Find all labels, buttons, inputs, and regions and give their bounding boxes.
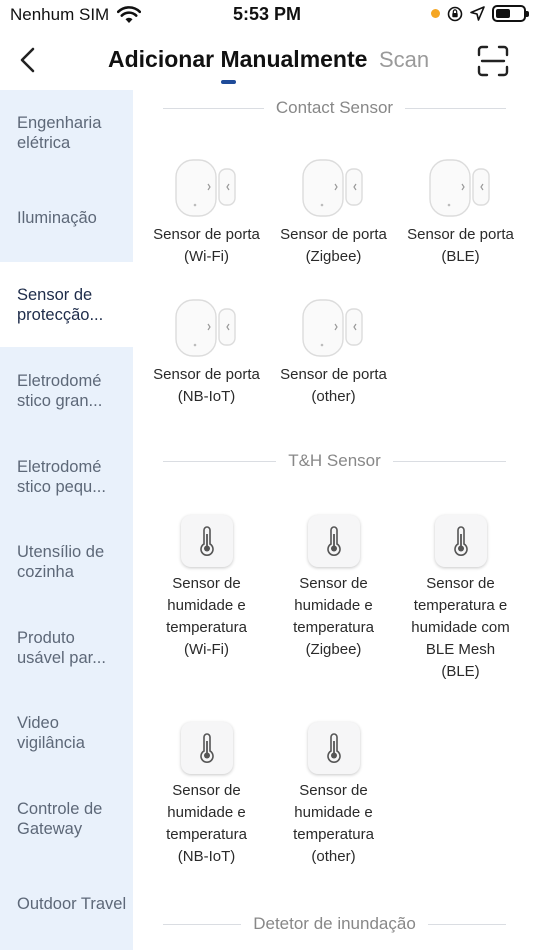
product-th-sensor-wifi[interactable]: Sensor de humidade e temperatura (Wi-Fi) — [143, 515, 270, 661]
product-door-sensor-zigbee[interactable]: Sensor de porta (Zigbee) — [270, 158, 397, 268]
product-door-sensor-wifi[interactable]: Sensor de porta (Wi-Fi) — [143, 158, 270, 268]
product-door-sensor-ble[interactable]: Sensor de porta (BLE) — [397, 158, 524, 268]
thermometer-icon — [434, 515, 487, 567]
section-header: Detetor de inundação — [163, 914, 506, 934]
section-header: Contact Sensor — [163, 98, 506, 118]
privacy-indicator-icon — [431, 9, 440, 18]
sidebar-item-gateway[interactable]: Controle de Gateway — [0, 776, 133, 861]
door-sensor-icon — [428, 159, 490, 217]
back-chevron-icon[interactable] — [14, 44, 42, 76]
nav-header: Adicionar Manualmente Scan — [0, 32, 534, 90]
product-door-sensor-other[interactable]: Sensor de porta (other) — [270, 298, 397, 408]
product-door-sensor-nbiot[interactable]: Sensor de porta (NB-IoT) — [143, 298, 270, 408]
sidebar-item-large-appliance[interactable]: Eletrodomé stico gran... — [0, 348, 133, 433]
category-sidebar: Engenharia elétrica Iluminação Sensor de… — [0, 90, 133, 950]
sidebar-item-kitchen[interactable]: Utensílio de cozinha — [0, 519, 133, 604]
product-th-sensor-ble-mesh[interactable]: Sensor de temperatura e humidade com BLE… — [397, 515, 524, 683]
sidebar-item-wearable[interactable]: Produto usável par... — [0, 605, 133, 690]
battery-icon — [492, 5, 529, 22]
door-sensor-icon — [174, 159, 236, 217]
product-th-sensor-other[interactable]: Sensor de humidade e temperatura (other) — [270, 722, 397, 868]
sidebar-item-protection-sensor[interactable]: Sensor de protecção... — [0, 262, 133, 347]
product-th-sensor-nbiot[interactable]: Sensor de humidade e temperatura (NB-IoT… — [143, 722, 270, 868]
active-tab-indicator — [221, 80, 236, 84]
door-sensor-icon — [301, 299, 363, 357]
door-sensor-icon — [174, 299, 236, 357]
product-th-sensor-zigbee[interactable]: Sensor de humidade e temperatura (Zigbee… — [270, 515, 397, 661]
sidebar-item-small-appliance[interactable]: Eletrodomé stico pequ... — [0, 434, 133, 519]
tab-scan[interactable]: Scan — [379, 47, 429, 73]
sidebar-item-lighting[interactable]: Iluminação — [0, 175, 133, 260]
door-sensor-icon — [301, 159, 363, 217]
status-indicators — [431, 5, 529, 22]
status-bar: Nenhum SIM 5:53 PM — [0, 0, 534, 32]
thermometer-icon — [180, 722, 233, 774]
sidebar-item-outdoor-travel[interactable]: Outdoor Travel — [0, 861, 133, 946]
product-list: Contact Sensor Sensor de porta (Wi-Fi) S… — [133, 90, 534, 950]
thermometer-icon — [180, 515, 233, 567]
tab-add-manually[interactable]: Adicionar Manualmente — [108, 46, 367, 73]
thermometer-icon — [307, 722, 360, 774]
section-header: T&H Sensor — [163, 451, 506, 471]
orientation-lock-icon — [447, 6, 463, 21]
location-arrow-icon — [470, 6, 485, 21]
sidebar-item-electrical[interactable]: Engenharia elétrica — [0, 90, 133, 175]
thermometer-icon — [307, 515, 360, 567]
scan-qr-icon[interactable] — [476, 44, 510, 78]
sidebar-item-video-surveillance[interactable]: Video vigilância — [0, 690, 133, 775]
